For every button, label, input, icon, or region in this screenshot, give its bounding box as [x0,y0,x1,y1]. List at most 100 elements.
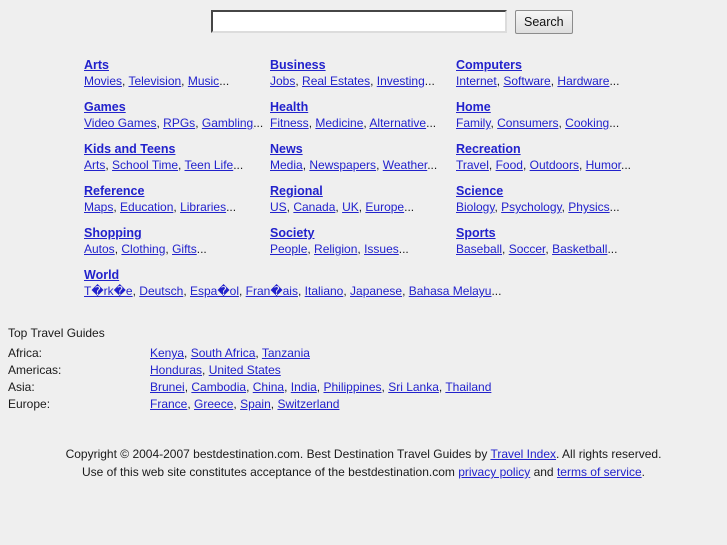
subcategory-link[interactable]: Medicine [315,116,363,130]
subcategory-link[interactable]: Espa�ol [190,284,239,298]
subcategory-link[interactable]: Weather [383,158,427,172]
subcategory-link[interactable]: Television [128,74,181,88]
subcategory-link[interactable]: Baseball [456,242,502,256]
subcategory-link[interactable]: Video Games [84,116,157,130]
subcategory-link[interactable]: Cooking [565,116,609,130]
guide-country-link[interactable]: Sri Lanka [388,380,439,394]
subcategory-link[interactable]: T�rk�e [84,284,133,298]
category-subcategories: US, Canada, UK, Europe... [270,200,456,215]
subcategory-link[interactable]: Travel [456,158,489,172]
category-title-link[interactable]: Reference [84,184,144,199]
guide-country-link[interactable]: Greece [194,397,233,411]
search-bar: Search [211,10,573,34]
subcategory-link[interactable]: Fitness [270,116,309,130]
guide-country-link[interactable]: China [253,380,284,394]
category-title-link[interactable]: Sports [456,226,496,241]
guide-country-link[interactable]: South Africa [191,346,256,360]
subcategory-link[interactable]: Libraries [180,200,226,214]
subcategory-link[interactable]: Bahasa Melayu [409,284,492,298]
subcategory-link[interactable]: Canada [293,200,335,214]
privacy-policy-link[interactable]: privacy policy [458,465,530,479]
category-block: World T�rk�e, Deutsch, Espa�ol, Fran�ais,… [84,268,501,310]
subcategory-link[interactable]: Religion [314,242,357,256]
separator: , [113,200,121,214]
subcategory-link[interactable]: Italiano [305,284,344,298]
subcategory-link[interactable]: Alternative [369,116,426,130]
subcategory-link[interactable]: Soccer [509,242,546,256]
category-block: News Media, Newspapers, Weather... [270,142,456,184]
guide-country-link[interactable]: Tanzania [262,346,310,360]
category-title-link[interactable]: Health [270,100,308,115]
subcategory-link[interactable]: Clothing [121,242,165,256]
subcategory-link[interactable]: Japanese [350,284,402,298]
guide-country-link[interactable]: Spain [240,397,271,411]
search-input[interactable] [211,10,507,33]
subcategory-link[interactable]: Media [270,158,303,172]
subcategory-link[interactable]: Humor [586,158,621,172]
guide-country-link[interactable]: India [291,380,317,394]
subcategory-link[interactable]: Family [456,116,490,130]
subcategory-link[interactable]: Gambling [202,116,253,130]
subcategory-link[interactable]: Autos [84,242,115,256]
travel-index-link[interactable]: Travel Index [490,447,556,461]
subcategory-link[interactable]: RPGs [163,116,195,130]
guide-country-link[interactable]: Thailand [445,380,491,394]
subcategory-link[interactable]: Internet [456,74,497,88]
guide-country-link[interactable]: Kenya [150,346,184,360]
category-title-link[interactable]: Recreation [456,142,521,157]
subcategory-link[interactable]: Software [503,74,550,88]
subcategory-link[interactable]: Consumers [497,116,558,130]
category-title-link[interactable]: Regional [270,184,323,199]
subcategory-link[interactable]: Food [496,158,523,172]
subcategory-link[interactable]: Basketball [552,242,607,256]
subcategory-link[interactable]: People [270,242,307,256]
subcategory-link[interactable]: Education [120,200,173,214]
category-title-link[interactable]: Games [84,100,126,115]
subcategory-link[interactable]: Psychology [501,200,561,214]
category-title-link[interactable]: Society [270,226,314,241]
subcategory-link[interactable]: Newspapers [309,158,376,172]
guide-country-link[interactable]: France [150,397,187,411]
subcategory-link[interactable]: Maps [84,200,113,214]
subcategory-link[interactable]: Biology [456,200,494,214]
category-title-link[interactable]: World [84,268,119,283]
guide-country-link[interactable]: United States [209,363,281,377]
subcategory-link[interactable]: School Time [112,158,178,172]
category-title-link[interactable]: News [270,142,303,157]
guide-country-link[interactable]: Honduras [150,363,202,377]
subcategory-link[interactable]: Deutsch [139,284,183,298]
subcategory-link[interactable]: Fran�ais [246,284,298,298]
subcategory-link[interactable]: UK [342,200,359,214]
subcategory-link[interactable]: Investing [377,74,425,88]
category-title-link[interactable]: Arts [84,58,109,73]
guide-country-link[interactable]: Cambodia [191,380,246,394]
category-title-link[interactable]: Kids and Teens [84,142,175,157]
subcategory-link[interactable]: Movies [84,74,122,88]
subcategory-link[interactable]: Physics [568,200,609,214]
category-block: Shopping Autos, Clothing, Gifts... [84,226,270,268]
subcategory-link[interactable]: Arts [84,158,105,172]
subcategory-link[interactable]: Issues [364,242,399,256]
subcategory-link[interactable]: Teen Life [185,158,234,172]
subcategory-link[interactable]: Gifts [172,242,197,256]
search-button[interactable]: Search [515,10,573,34]
category-title-link[interactable]: Science [456,184,503,199]
guide-country-link[interactable]: Philippines [323,380,381,394]
subcategory-link[interactable]: Europe [365,200,404,214]
category-title-link[interactable]: Home [456,100,491,115]
subcategory-link[interactable]: US [270,200,287,214]
category-title-link[interactable]: Shopping [84,226,142,241]
subcategory-link[interactable]: Jobs [270,74,295,88]
guide-country-link[interactable]: Switzerland [277,397,339,411]
subcategory-link[interactable]: Real Estates [302,74,370,88]
category-subcategories: Jobs, Real Estates, Investing... [270,74,456,89]
category-title-link[interactable]: Computers [456,58,522,73]
separator: , [502,242,509,256]
subcategory-link[interactable]: Hardware [557,74,609,88]
category-subcategories: Biology, Psychology, Physics... [456,200,642,215]
subcategory-link[interactable]: Outdoors [530,158,579,172]
subcategory-link[interactable]: Music [188,74,219,88]
terms-of-service-link[interactable]: terms of service [557,465,642,479]
guide-country-link[interactable]: Brunei [150,380,185,394]
category-title-link[interactable]: Business [270,58,326,73]
